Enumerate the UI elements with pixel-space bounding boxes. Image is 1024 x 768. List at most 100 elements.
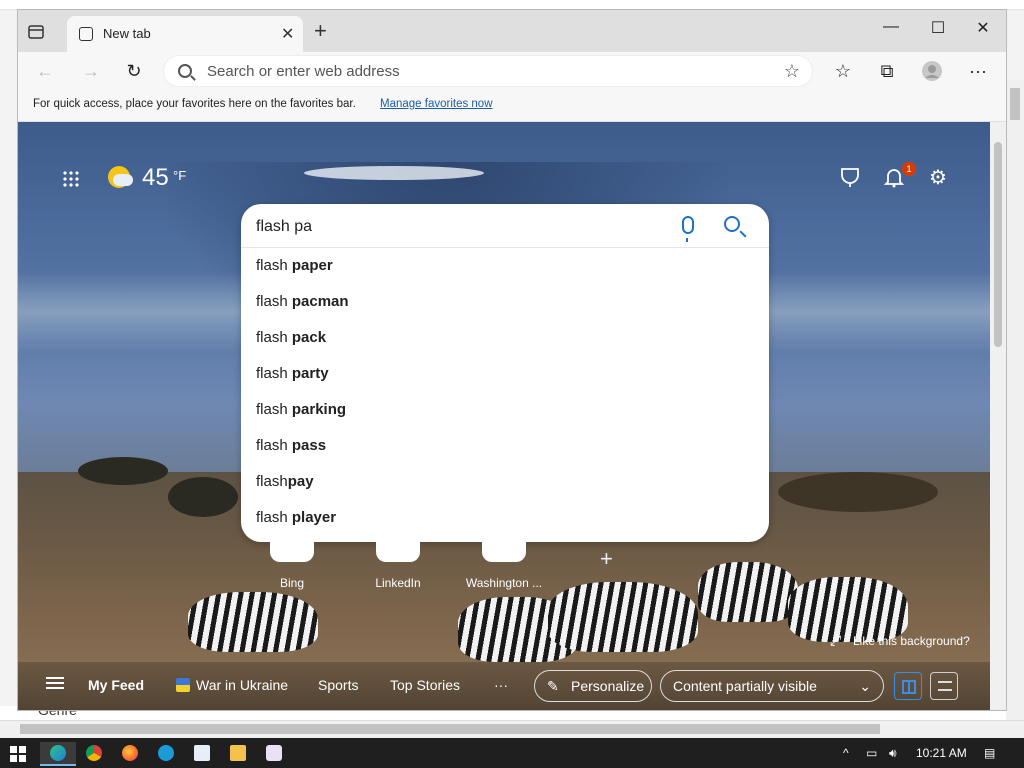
search-suggestion-item[interactable]: flash player xyxy=(241,500,769,536)
suggestion-completion: paper xyxy=(291,257,333,274)
manage-favorites-link[interactable]: Manage favorites now xyxy=(380,98,493,110)
paint-icon xyxy=(266,745,282,761)
content-visibility-label: Content partially visible xyxy=(673,678,817,694)
suggestion-completion: pass xyxy=(291,437,327,454)
paint-taskbar-app[interactable] xyxy=(256,742,292,766)
search-input[interactable]: flash pa xyxy=(256,218,312,236)
search-suggestion-item[interactable]: flash pass xyxy=(241,428,769,464)
list-icon xyxy=(938,681,952,691)
new-tab-button[interactable]: + xyxy=(314,20,327,42)
edge-taskbar-app[interactable] xyxy=(40,742,76,766)
suggestion-completion: pay xyxy=(287,473,314,490)
microphone-icon[interactable] xyxy=(682,216,694,242)
weather-unit: °F xyxy=(173,168,187,183)
personalize-button[interactable]: ✎ Personalize xyxy=(534,670,652,702)
tab-actions-icon[interactable] xyxy=(26,22,46,42)
search-submit-icon[interactable] xyxy=(724,216,740,232)
suggestion-completion: pacman xyxy=(291,293,349,310)
weather-cloud-icon xyxy=(113,174,133,186)
minimize-button[interactable]: — xyxy=(876,18,906,42)
list-layout-button[interactable] xyxy=(930,672,958,700)
feed-bar: My Feed War in Ukraine Sports Top Storie… xyxy=(18,662,990,710)
settings-more-icon[interactable]: ··· xyxy=(967,60,989,82)
suggestion-prefix: flash xyxy=(256,437,292,454)
chevron-down-icon: ⌄ xyxy=(859,678,871,694)
tab-close-icon[interactable]: ✕ xyxy=(281,24,294,44)
refresh-icon[interactable]: ↻ xyxy=(123,60,145,82)
search-icon xyxy=(178,64,192,78)
rewards-icon[interactable] xyxy=(838,166,862,190)
desktop: Genre New tab ✕ + — ☐ ✕ ← → ↻ xyxy=(0,0,1024,768)
content-visibility-dropdown[interactable]: Content partially visible ⌄ xyxy=(660,670,884,702)
suggestion-completion: party xyxy=(291,365,329,382)
ukraine-flag-icon xyxy=(176,678,190,692)
page-settings-gear-icon[interactable]: ⚙ xyxy=(926,166,950,190)
quick-link-bing-tile[interactable] xyxy=(270,540,314,562)
search-suggestion-item[interactable]: flash pacman xyxy=(241,284,769,320)
action-center-icon[interactable]: ▤ xyxy=(984,746,995,760)
feed-tab-war-in-ukraine[interactable]: War in Ukraine xyxy=(196,677,288,693)
browser-window: New tab ✕ + — ☐ ✕ ← → ↻ Search or enter … xyxy=(17,9,1007,711)
maximize-button[interactable]: ☐ xyxy=(923,18,953,42)
notepad-taskbar-app[interactable] xyxy=(184,742,220,766)
quick-link-washington-tile[interactable] xyxy=(482,540,526,562)
quick-link-label[interactable]: Bing xyxy=(247,576,337,590)
app-launcher-icon[interactable] xyxy=(62,170,80,188)
file-explorer-taskbar-app[interactable] xyxy=(220,742,256,766)
search-suggestion-item[interactable]: flash paper xyxy=(241,248,769,284)
forward-arrow-icon[interactable]: → xyxy=(80,60,102,82)
search-suggestion-item[interactable]: flash party xyxy=(241,356,769,392)
suggestion-prefix: flash xyxy=(256,329,292,346)
volume-icon[interactable]: 🔊︎ xyxy=(889,746,897,761)
taskbar-clock[interactable]: 10:21 AM xyxy=(916,746,967,760)
like-background-link[interactable]: Like this background? xyxy=(853,634,970,648)
suggestion-prefix: flash xyxy=(256,401,292,418)
search-suggestion-item[interactable]: flash pack xyxy=(241,320,769,356)
weather-temperature[interactable]: 45 xyxy=(142,164,169,192)
chrome-taskbar-app[interactable] xyxy=(76,742,112,766)
taskbar: ^ ▭ 🔊︎ 10:21 AM ▤ xyxy=(0,738,1024,768)
background-scrollbar-thumb[interactable] xyxy=(20,724,880,734)
grid-layout-button[interactable] xyxy=(894,672,922,700)
network-icon[interactable]: ▭ xyxy=(866,746,877,760)
chevron-up-icon[interactable]: ^ xyxy=(843,746,849,760)
quick-link-linkedin-tile[interactable] xyxy=(376,540,420,562)
browser-toolbar: ← → ↻ Search or enter web address ☆ ☆ ⧉ … xyxy=(18,52,1006,90)
search-suggestion-item[interactable]: flash parking xyxy=(241,392,769,428)
search-suggestion-item[interactable]: flashpay xyxy=(241,464,769,500)
collections-icon[interactable]: ⧉ xyxy=(876,60,898,82)
suggestion-completion: pack xyxy=(291,329,327,346)
suggestion-completion: parking xyxy=(291,401,347,418)
feed-menu-icon[interactable] xyxy=(46,677,64,689)
skype-taskbar-app[interactable] xyxy=(148,742,184,766)
add-favorite-star-icon[interactable]: ☆ xyxy=(784,61,800,82)
suggestion-completion: player xyxy=(291,509,337,526)
address-bar[interactable]: Search or enter web address ☆ xyxy=(163,55,813,87)
quick-link-label[interactable]: LinkedIn xyxy=(353,576,443,590)
background-vertical-scrollbar[interactable] xyxy=(1006,80,1024,720)
feed-tab-my-feed[interactable]: My Feed xyxy=(88,677,144,693)
add-quick-link-icon[interactable]: + xyxy=(600,546,613,572)
feed-tab-top-stories[interactable]: Top Stories xyxy=(390,677,460,693)
web-search-box[interactable]: flash pa flash paper flash pacman flash pa… xyxy=(241,204,769,542)
close-window-button[interactable]: ✕ xyxy=(968,18,998,42)
favorites-icon[interactable]: ☆ xyxy=(832,60,854,82)
background-vertical-scrollbar-thumb[interactable] xyxy=(1010,88,1020,120)
back-arrow-icon[interactable]: ← xyxy=(34,60,56,82)
grid-icon xyxy=(902,680,916,694)
page-scrollbar-thumb[interactable] xyxy=(994,142,1002,347)
profile-avatar-icon[interactable] xyxy=(921,60,943,82)
firefox-taskbar-app[interactable] xyxy=(112,742,148,766)
expand-icon[interactable]: ⤢ xyxy=(830,632,841,649)
feed-tab-sports[interactable]: Sports xyxy=(318,677,358,693)
feed-more-icon[interactable]: ··· xyxy=(494,677,508,693)
suggestion-prefix: flash xyxy=(256,365,292,382)
tab-new-tab[interactable]: New tab ✕ xyxy=(67,16,303,52)
quick-link-label[interactable]: Washington ... xyxy=(459,576,549,590)
favorites-bar-message: For quick access, place your favorites h… xyxy=(33,98,356,110)
windows-start-icon[interactable] xyxy=(10,746,26,762)
chrome-icon xyxy=(86,745,102,761)
zebra xyxy=(548,582,698,652)
zebra xyxy=(188,592,318,652)
personalize-label: Personalize xyxy=(571,678,645,694)
